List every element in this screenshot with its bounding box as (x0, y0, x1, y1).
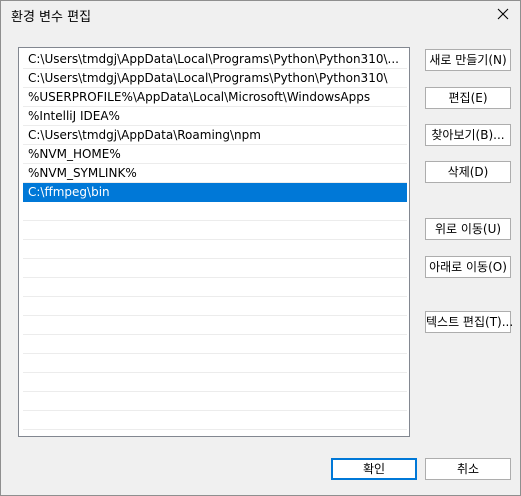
path-list-item[interactable]: C:\Users\tmdgj\AppData\Roaming\npm (23, 126, 407, 145)
path-list-item[interactable]: C:\Users\tmdgj\AppData\Local\Programs\Py… (23, 69, 407, 88)
path-list-item[interactable]: C:\Users\tmdgj\AppData\Local\Programs\Py… (23, 50, 407, 69)
empty-list-row (23, 259, 407, 278)
edit-button[interactable]: 편집(E) (425, 87, 511, 109)
empty-list-row (23, 240, 407, 259)
path-list[interactable]: C:\Users\tmdgj\AppData\Local\Programs\Py… (18, 47, 410, 437)
empty-list-row (23, 335, 407, 354)
cancel-button[interactable]: 취소 (425, 458, 511, 480)
empty-list-row (23, 316, 407, 335)
edit-environment-variable-dialog: 환경 변수 편집 C:\Users\tmdgj\AppData\Local\Pr… (0, 0, 521, 496)
close-button[interactable] (492, 3, 514, 25)
browse-button[interactable]: 찾아보기(B)... (425, 124, 511, 146)
delete-button[interactable]: 삭제(D) (425, 161, 511, 183)
ok-button[interactable]: 확인 (331, 458, 417, 480)
path-list-item-selected[interactable]: C:\ffmpeg\bin (23, 183, 407, 202)
path-list-item[interactable]: %IntelliJ IDEA% (23, 107, 407, 126)
dialog-title: 환경 변수 편집 (11, 10, 92, 25)
empty-list-row (23, 297, 407, 316)
close-icon (497, 8, 509, 20)
empty-list-row (23, 354, 407, 373)
edit-text-button[interactable]: 텍스트 편집(T)... (425, 311, 513, 333)
empty-list-row (23, 373, 407, 392)
empty-list-row (23, 202, 407, 221)
path-list-item[interactable]: %USERPROFILE%\AppData\Local\Microsoft\Wi… (23, 88, 407, 107)
move-down-button[interactable]: 아래로 이동(O) (425, 256, 511, 278)
new-button[interactable]: 새로 만들기(N) (425, 49, 511, 71)
empty-list-row (23, 392, 407, 411)
move-up-button[interactable]: 위로 이동(U) (425, 218, 511, 240)
title-bar: 환경 변수 편집 (1, 1, 520, 29)
empty-list-row (23, 411, 407, 430)
path-list-item[interactable]: %NVM_SYMLINK% (23, 164, 407, 183)
path-list-item[interactable]: %NVM_HOME% (23, 145, 407, 164)
empty-list-row (23, 278, 407, 297)
empty-list-row (23, 221, 407, 240)
